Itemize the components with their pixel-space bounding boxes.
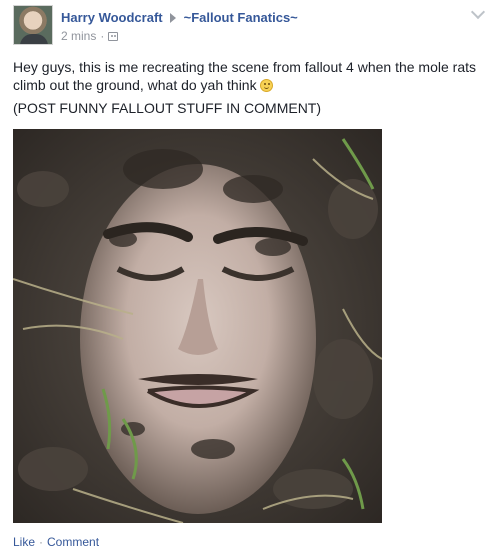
comment-link[interactable]: Comment [47, 535, 99, 549]
post-header: Harry Woodcraft ~Fallout Fanatics~ [61, 10, 298, 25]
post-actions: Like · Comment [13, 535, 99, 549]
facebook-post: Harry Woodcraft ~Fallout Fanatics~ 2 min… [0, 0, 492, 556]
meta-separator: · [100, 29, 105, 43]
smiley-icon [260, 79, 274, 92]
chevron-down-icon[interactable] [470, 4, 486, 20]
post-photo[interactable] [13, 129, 382, 523]
avatar-shirt [20, 34, 48, 44]
post-body: Hey guys, this is me recreating the scen… [13, 58, 478, 122]
friends-audience-icon[interactable] [108, 31, 119, 41]
triangle-right-icon [169, 12, 176, 23]
like-link[interactable]: Like [13, 535, 35, 549]
post-text-line-1: Hey guys, this is me recreating the scen… [13, 58, 478, 94]
actions-separator: · [39, 535, 44, 549]
post-meta: 2 mins · [61, 29, 119, 43]
dirt-face-photo [13, 129, 382, 523]
author-avatar[interactable] [13, 5, 53, 45]
group-name-link[interactable]: ~Fallout Fanatics~ [184, 10, 298, 25]
post-text-main: Hey guys, this is me recreating the scen… [13, 59, 476, 93]
timestamp-link[interactable]: 2 mins [61, 29, 96, 43]
post-text-line-2: (POST FUNNY FALLOUT STUFF IN COMMENT) [13, 100, 322, 116]
author-name-link[interactable]: Harry Woodcraft [61, 10, 163, 25]
